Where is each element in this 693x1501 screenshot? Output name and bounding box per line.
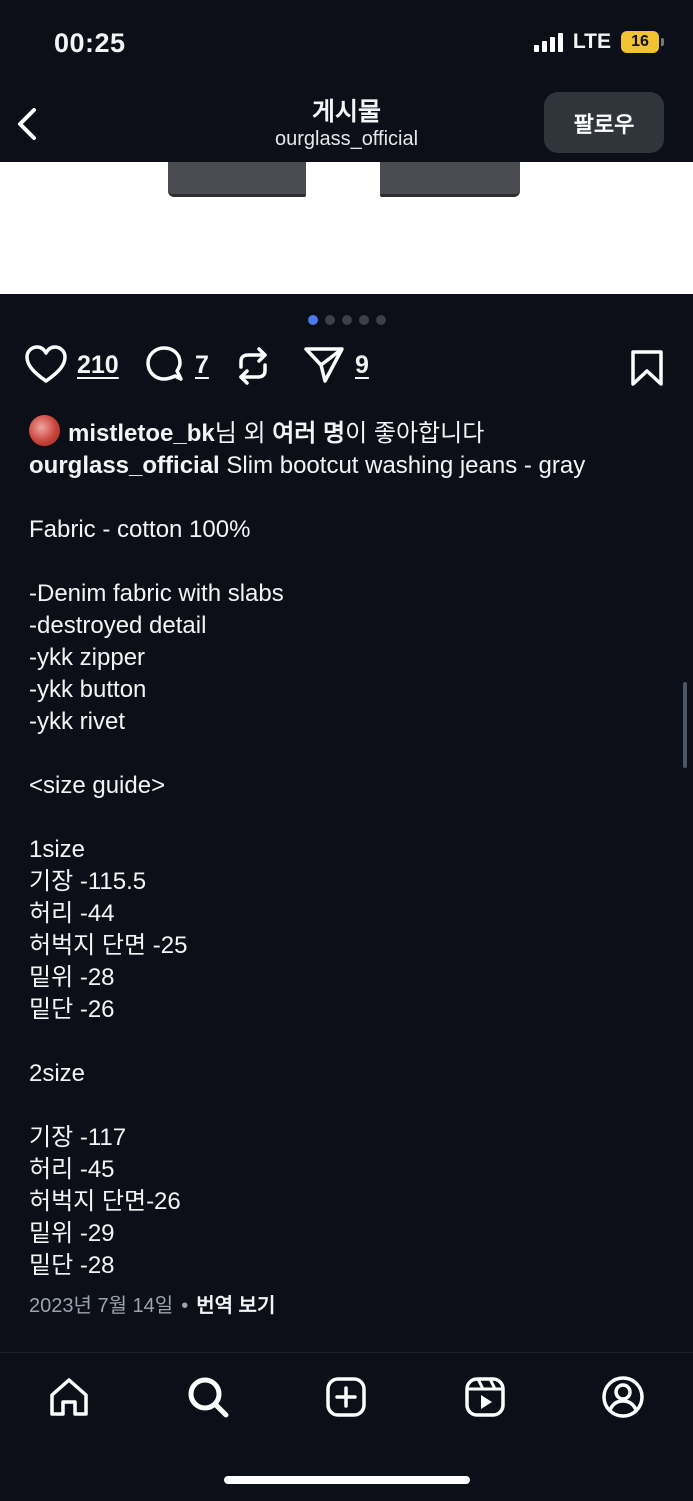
liked-by-suffix-2: 이 좋아합니다 [345, 420, 485, 447]
reels-icon[interactable] [463, 1375, 507, 1419]
carousel-indicator [0, 315, 693, 325]
caption-line: -ykk button [29, 676, 147, 703]
jeans-left-hem [168, 162, 306, 197]
caption-username[interactable]: ourglass_official [29, 452, 220, 479]
caption-line: 밑위 -29 [29, 1220, 115, 1247]
caption-line: 허벅지 단면 -25 [29, 932, 188, 959]
caption-line [29, 802, 669, 834]
jeans-right-hem [380, 162, 520, 197]
heart-icon[interactable] [25, 345, 67, 385]
caption-line [29, 1090, 669, 1122]
caption-line: 기장 -115.5 [29, 868, 147, 895]
liked-by-username[interactable]: mistletoe_bk [68, 420, 215, 447]
battery-level: 16 [631, 33, 649, 50]
comment-icon[interactable] [145, 345, 185, 385]
caption-line: 2size [29, 1060, 86, 1087]
caption-line [29, 546, 669, 578]
scrollbar[interactable] [683, 682, 687, 768]
caption-line [29, 482, 669, 514]
home-icon[interactable] [47, 1375, 91, 1419]
caption-first-line: ourglass_official Slim bootcut washing j… [29, 450, 669, 482]
caption-line: 밑단 -26 [29, 996, 115, 1023]
profile-icon[interactable] [601, 1375, 645, 1419]
liked-by-text: mistletoe_bk님 외 여러 명이 좋아합니다 [68, 413, 484, 448]
carousel-dot [358, 315, 369, 325]
caption-line [29, 738, 669, 770]
status-time: 00:25 [54, 28, 126, 58]
liked-by-suffix-1: 님 외 [214, 420, 273, 447]
send-icon[interactable] [303, 345, 345, 385]
liked-by-summary[interactable]: mistletoe_bk님 외 여러 명이 좋아합니다 [29, 413, 484, 448]
post-header: 게시물 ourglass_official 팔로우 [0, 90, 693, 162]
like-count[interactable]: 210 [77, 351, 119, 380]
caption-line: 밑단 -28 [29, 1252, 115, 1279]
like-action[interactable]: 210 [25, 345, 119, 385]
liked-by-others[interactable]: 여러 명 [272, 420, 345, 447]
share-count[interactable]: 9 [355, 351, 369, 380]
comment-action[interactable]: 7 [145, 345, 209, 385]
post-image[interactable] [0, 162, 693, 294]
home-indicator[interactable] [224, 1476, 470, 1484]
post-meta: 2023년 7월 14일 • 번역 보기 [29, 1289, 275, 1318]
caption-line: <size guide> [29, 772, 166, 799]
bookmark-icon[interactable] [630, 349, 664, 387]
repost-action[interactable] [233, 345, 273, 387]
avatar[interactable] [29, 415, 60, 446]
caption-line: -Denim fabric with slabs [29, 580, 284, 607]
carousel-dot [307, 315, 318, 325]
caption-line: 허리 -44 [29, 900, 115, 927]
action-bar: 210 7 9 [25, 345, 670, 395]
caption-line: 허벅지 단면-26 [29, 1188, 181, 1215]
share-action[interactable]: 9 [303, 345, 369, 385]
network-type: LTE [572, 30, 611, 53]
caption-line: -ykk rivet [29, 708, 125, 735]
caption-line: -ykk zipper [29, 644, 146, 671]
status-bar: 00:25 LTE 16 [0, 0, 693, 90]
post-date: 2023년 7월 14일 [29, 1295, 174, 1317]
battery-icon: 16 [621, 31, 664, 53]
caption-line [29, 1026, 669, 1058]
status-indicators: LTE 16 [533, 30, 664, 54]
caption-line: 허리 -45 [29, 1156, 115, 1183]
meta-separator: • [181, 1295, 189, 1317]
caption-line: Fabric - cotton 100% [29, 516, 251, 543]
search-icon[interactable] [186, 1375, 230, 1419]
follow-button[interactable]: 팔로우 [544, 92, 664, 153]
comment-count[interactable]: 7 [195, 351, 209, 380]
translate-link[interactable]: 번역 보기 [196, 1295, 275, 1317]
carousel-dot [341, 315, 352, 325]
caption-title: Slim bootcut washing jeans - gray [219, 452, 586, 479]
signal-icon [533, 32, 563, 52]
caption-line: 1size [29, 836, 86, 863]
carousel-dot [324, 315, 335, 325]
caption-line: 밑위 -28 [29, 964, 115, 991]
carousel-dot [375, 315, 386, 325]
create-icon[interactable] [324, 1375, 368, 1419]
post-caption: ourglass_official Slim bootcut washing j… [29, 450, 669, 1282]
repost-icon[interactable] [233, 345, 273, 387]
caption-line: 기장 -117 [29, 1124, 127, 1151]
caption-line: -destroyed detail [29, 612, 207, 639]
